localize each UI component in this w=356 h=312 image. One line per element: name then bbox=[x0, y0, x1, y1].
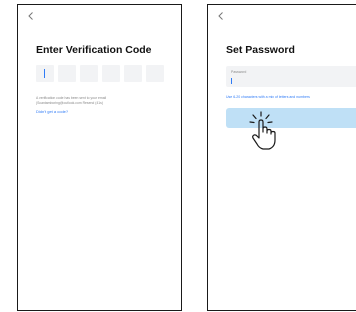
code-digit-box[interactable] bbox=[124, 65, 142, 82]
code-digit-box[interactable] bbox=[102, 65, 120, 82]
code-digit-box[interactable] bbox=[58, 65, 76, 82]
password-hint: Use 6-20 characters with a mix of letter… bbox=[226, 95, 310, 99]
chevron-left-icon[interactable] bbox=[216, 11, 226, 21]
verification-code-input[interactable] bbox=[36, 65, 164, 82]
set-password-screen: Set Password Password Use 6-20 character… bbox=[207, 4, 356, 311]
code-digit-box[interactable] bbox=[146, 65, 164, 82]
chevron-left-icon[interactable] bbox=[26, 11, 36, 21]
code-digit-box[interactable] bbox=[80, 65, 98, 82]
password-label: Password bbox=[231, 70, 247, 74]
page-title: Enter Verification Code bbox=[36, 44, 152, 56]
verification-screen: Enter Verification Code A verification c… bbox=[17, 4, 182, 311]
code-digit-box[interactable] bbox=[36, 65, 54, 82]
password-field[interactable]: Password bbox=[226, 66, 356, 87]
verification-info-text: A verification code has been sent to you… bbox=[36, 96, 107, 105]
tap-hand-icon bbox=[246, 111, 280, 151]
text-cursor bbox=[231, 78, 232, 84]
resend-code-link[interactable]: Didn't get a code? bbox=[36, 109, 68, 114]
page-title: Set Password bbox=[226, 44, 295, 56]
password-input[interactable] bbox=[231, 77, 341, 84]
